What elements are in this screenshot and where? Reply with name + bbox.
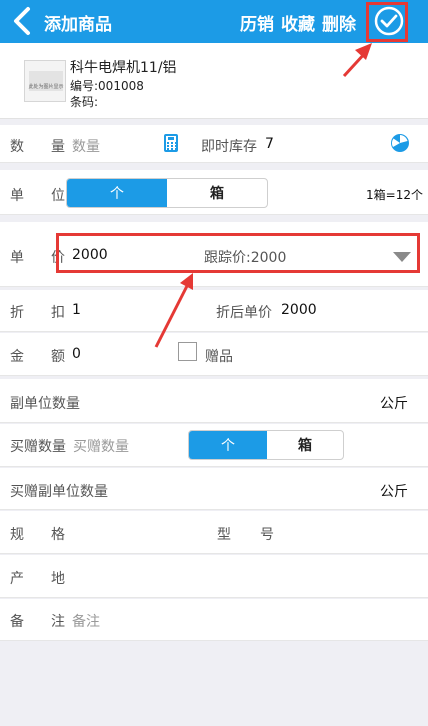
bonus-unit-option-a[interactable]: 个 — [189, 431, 267, 459]
stock-label: 即时库存 — [201, 139, 257, 155]
header-bar: 添加商品 历销 收藏 删除 — [0, 0, 428, 43]
quantity-label-1: 数 — [10, 139, 24, 155]
unit-option-b[interactable]: 箱 — [167, 179, 267, 207]
quantity-row: 数 量 数量 即时库存 7 — [0, 125, 428, 163]
bonus-qty-row: 买赠数量 买赠数量 个 箱 — [0, 424, 428, 467]
unit-label-1: 单 — [10, 188, 24, 204]
stock-pie-icon[interactable] — [390, 133, 410, 153]
back-chevron-icon[interactable] — [8, 6, 36, 36]
amount-value: 0 — [72, 346, 81, 362]
product-code: 编号:001008 — [70, 79, 144, 93]
discount-label-2: 扣 — [51, 305, 65, 321]
bonus-sub-unit-unit: 公斤 — [380, 484, 408, 500]
amount-row: 金 额 0 赠品 — [0, 333, 428, 376]
product-info-card: 此处为图片显示 科牛电焊机11/铝 编号:001008 条码: — [0, 43, 428, 119]
origin-label-2: 地 — [51, 571, 65, 587]
gift-checkbox[interactable] — [178, 342, 197, 361]
remark-label-2: 注 — [51, 614, 65, 630]
product-image: 此处为图片显示 — [24, 60, 66, 102]
origin-label-1: 产 — [10, 571, 24, 587]
remark-row: 备 注 备注 — [0, 599, 428, 641]
bonus-sub-unit-label: 买赠副单位数量 — [10, 484, 108, 500]
origin-row: 产 地 — [0, 555, 428, 598]
bonus-sub-unit-row: 买赠副单位数量 公斤 — [0, 468, 428, 510]
price-highlight-box — [56, 233, 420, 273]
bonus-unit-option-b[interactable]: 箱 — [267, 431, 343, 459]
quantity-label-2: 量 — [51, 139, 65, 155]
page-title: 添加商品 — [44, 15, 112, 35]
unit-conversion: 1箱=12个 — [366, 188, 423, 202]
amount-label-1: 金 — [10, 349, 24, 365]
spec-label-2: 格 — [51, 527, 65, 543]
spec-label-1: 规 — [10, 527, 24, 543]
stock-value: 7 — [265, 136, 274, 152]
gift-label: 赠品 — [205, 349, 233, 365]
bonus-qty-label: 买赠数量 — [10, 439, 66, 455]
calculator-icon[interactable] — [164, 134, 178, 152]
after-discount-label: 折后单价 — [216, 305, 272, 321]
after-discount-value: 2000 — [281, 302, 317, 318]
amount-label-2: 额 — [51, 349, 65, 365]
discount-row: 折 扣 1 折后单价 2000 — [0, 290, 428, 332]
favorite-button[interactable]: 收藏 — [281, 10, 315, 35]
bonus-qty-input[interactable]: 买赠数量 — [73, 436, 129, 456]
image-caption: 此处为图片显示 — [28, 84, 64, 90]
model-label-1: 型 — [217, 527, 231, 543]
unit-toggle[interactable]: 个 箱 — [66, 178, 268, 208]
price-label-1: 单 — [10, 250, 24, 266]
sub-unit-row: 副单位数量 公斤 — [0, 379, 428, 423]
spec-row: 规 格 型 号 — [0, 511, 428, 554]
sub-unit-label: 副单位数量 — [10, 396, 80, 412]
bonus-unit-toggle[interactable]: 个 箱 — [188, 430, 344, 460]
unit-row: 单 位 个 箱 1箱=12个 — [0, 170, 428, 215]
confirm-highlight-box — [366, 2, 408, 42]
remark-label-1: 备 — [10, 614, 24, 630]
remark-input[interactable]: 备注 — [72, 611, 100, 631]
model-label-2: 号 — [260, 527, 274, 543]
product-name: 科牛电焊机11/铝 — [70, 60, 177, 76]
discount-label-1: 折 — [10, 305, 24, 321]
discount-input[interactable]: 1 — [72, 302, 81, 318]
sub-unit-unit: 公斤 — [380, 396, 408, 412]
product-barcode: 条码: — [70, 95, 99, 109]
delete-button[interactable]: 删除 — [322, 10, 356, 35]
unit-label-2: 位 — [51, 188, 65, 204]
quantity-input[interactable]: 数量 — [72, 136, 100, 156]
unit-option-a[interactable]: 个 — [67, 179, 167, 207]
history-button[interactable]: 历销 — [240, 10, 274, 35]
